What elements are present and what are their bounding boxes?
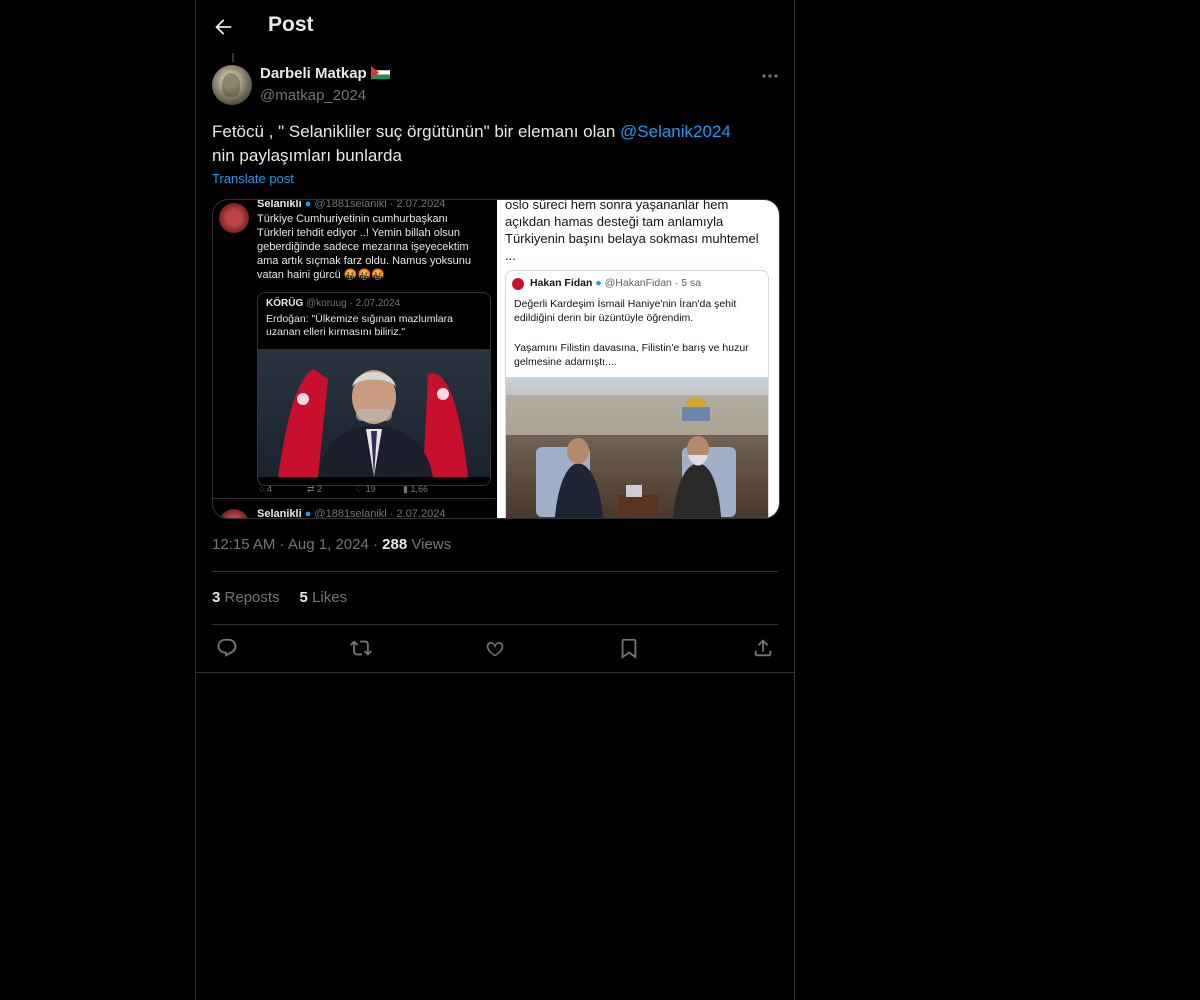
header: Post xyxy=(196,0,794,53)
media-left-replies: ○ 4 xyxy=(259,484,272,494)
post-time[interactable]: 12:15 AM xyxy=(212,536,275,553)
quote-text-1: Değerli Kardeşim İsmail Haniye'nin İran'… xyxy=(514,298,737,324)
likes-count: 5 xyxy=(299,589,308,606)
bookmark-icon[interactable] xyxy=(618,637,642,661)
media-left-likes-count: 19 xyxy=(365,484,376,494)
quote-header: Hakan Fidan ● @HakanFidan · 5 sa xyxy=(530,277,701,289)
more-icon[interactable] xyxy=(760,66,780,86)
verified-icon: ● xyxy=(304,200,312,210)
likes-label: Likes xyxy=(312,589,348,606)
author-name-row[interactable]: Darbeli Matkap xyxy=(260,65,390,82)
post-text: Fetöcü , " Selanikliler suç örgütünün" b… xyxy=(212,120,772,168)
post-text-part: Fetöcü , " Selanikliler suç örgütünün" b… xyxy=(212,122,621,141)
verified-icon: ● xyxy=(595,277,602,289)
views-count: 288 xyxy=(382,536,408,553)
media-left-header: Selanikli ● @1881selanikl · 2.07.2024 xyxy=(257,200,495,210)
post-media[interactable]: Selanikli ● @1881selanikl · 2.07.2024 Tü… xyxy=(212,199,780,519)
quote-photo xyxy=(258,349,490,477)
reposts-label: Reposts xyxy=(224,589,280,606)
author-handle[interactable]: @matkap_2024 xyxy=(260,87,366,104)
media-left-name: Selanikli xyxy=(257,200,302,210)
quote-name: Hakan Fidan xyxy=(530,277,593,289)
media-left-quote: KÖRÜG @koruug · 2.07.2024 Erdoğan: "Ülke… xyxy=(257,292,491,486)
divider xyxy=(212,624,778,625)
page-title: Post xyxy=(268,13,314,36)
media-left-next-avatar xyxy=(219,509,249,518)
media-left-next-name: Selanikli xyxy=(257,508,302,518)
quote-avatar xyxy=(512,278,524,290)
repost-icon[interactable] xyxy=(350,637,374,661)
reply-icon[interactable] xyxy=(216,637,240,661)
media-left-avatar xyxy=(219,203,249,233)
media-left-replies-count: 4 xyxy=(266,484,272,494)
media-left-text: Türkiye Cumhuriyetinin cumhurbaşkanı Tür… xyxy=(257,213,471,281)
mention-link[interactable]: @Selanik2024 xyxy=(620,122,731,141)
like-icon[interactable] xyxy=(484,637,508,661)
back-arrow-icon[interactable] xyxy=(212,16,234,38)
media-right-text: oslo süreci hem sonra yaşananlar hem açı… xyxy=(505,200,759,263)
media-left-handle: @1881selanikl · 2.07.2024 xyxy=(314,200,446,210)
divider xyxy=(212,571,778,572)
avatar[interactable] xyxy=(212,65,252,105)
quote-text-2: Yaşamını Filistin davasına, Filistin'e b… xyxy=(514,342,749,368)
palestine-flag-icon xyxy=(370,66,390,79)
post-date[interactable]: Aug 1, 2024 xyxy=(288,536,369,553)
quote-handle: @HakanFidan · 5 sa xyxy=(604,277,702,289)
views-label: Views xyxy=(411,536,452,553)
verified-icon: ● xyxy=(304,508,312,518)
media-image-left[interactable]: Selanikli ● @1881selanikl · 2.07.2024 Tü… xyxy=(213,200,495,518)
quote-text: Erdoğan: "Ülkemize sığınan mazlumlara uz… xyxy=(266,313,453,338)
thread-line xyxy=(232,53,234,62)
post-actions xyxy=(212,637,778,661)
quote-name: KÖRÜG xyxy=(266,298,304,309)
reposts-stat[interactable]: 3 Reposts xyxy=(212,589,280,606)
media-left-reposts-count: 2 xyxy=(317,484,323,494)
media-left-next-header: Selanikli ● @1881selanikl · 2.07.2024 xyxy=(257,508,445,518)
post-column: Post Darbeli Matkap @matkap_2024 Fetöcü … xyxy=(195,0,795,1000)
likes-stat[interactable]: 5 Likes xyxy=(300,589,348,606)
share-icon[interactable] xyxy=(752,637,776,661)
media-left-next-handle: @1881selanikl · 2.07.2024 xyxy=(314,508,446,518)
divider xyxy=(196,672,794,673)
quote-header: KÖRÜG @koruug · 2.07.2024 xyxy=(266,298,400,309)
quote-photo xyxy=(506,377,768,518)
media-left-views: ▮ 1,66 xyxy=(403,484,428,494)
translate-post-link[interactable]: Translate post xyxy=(212,171,294,186)
author-name[interactable]: Darbeli Matkap xyxy=(260,65,367,82)
media-left-reposts: ⇄ 2 xyxy=(307,484,323,494)
reposts-count: 3 xyxy=(212,589,221,606)
post-stats: 3 Reposts 5 Likes xyxy=(212,589,347,606)
quote-handle: @koruug · 2.07.2024 xyxy=(306,298,401,309)
media-image-right[interactable]: oslo süreci hem sonra yaşananlar hem açı… xyxy=(497,200,779,518)
media-left-views-count: 1,66 xyxy=(410,484,428,494)
post-meta: 12:15 AM · Aug 1, 2024 · 288 Views xyxy=(212,536,452,553)
post-text-part-2: nin paylaşımları bunlarda xyxy=(212,146,402,165)
media-right-quote: Hakan Fidan ● @HakanFidan · 5 sa Değerli… xyxy=(505,270,769,518)
media-left-divider xyxy=(213,498,495,499)
media-left-likes: ♡ 19 xyxy=(355,484,376,494)
